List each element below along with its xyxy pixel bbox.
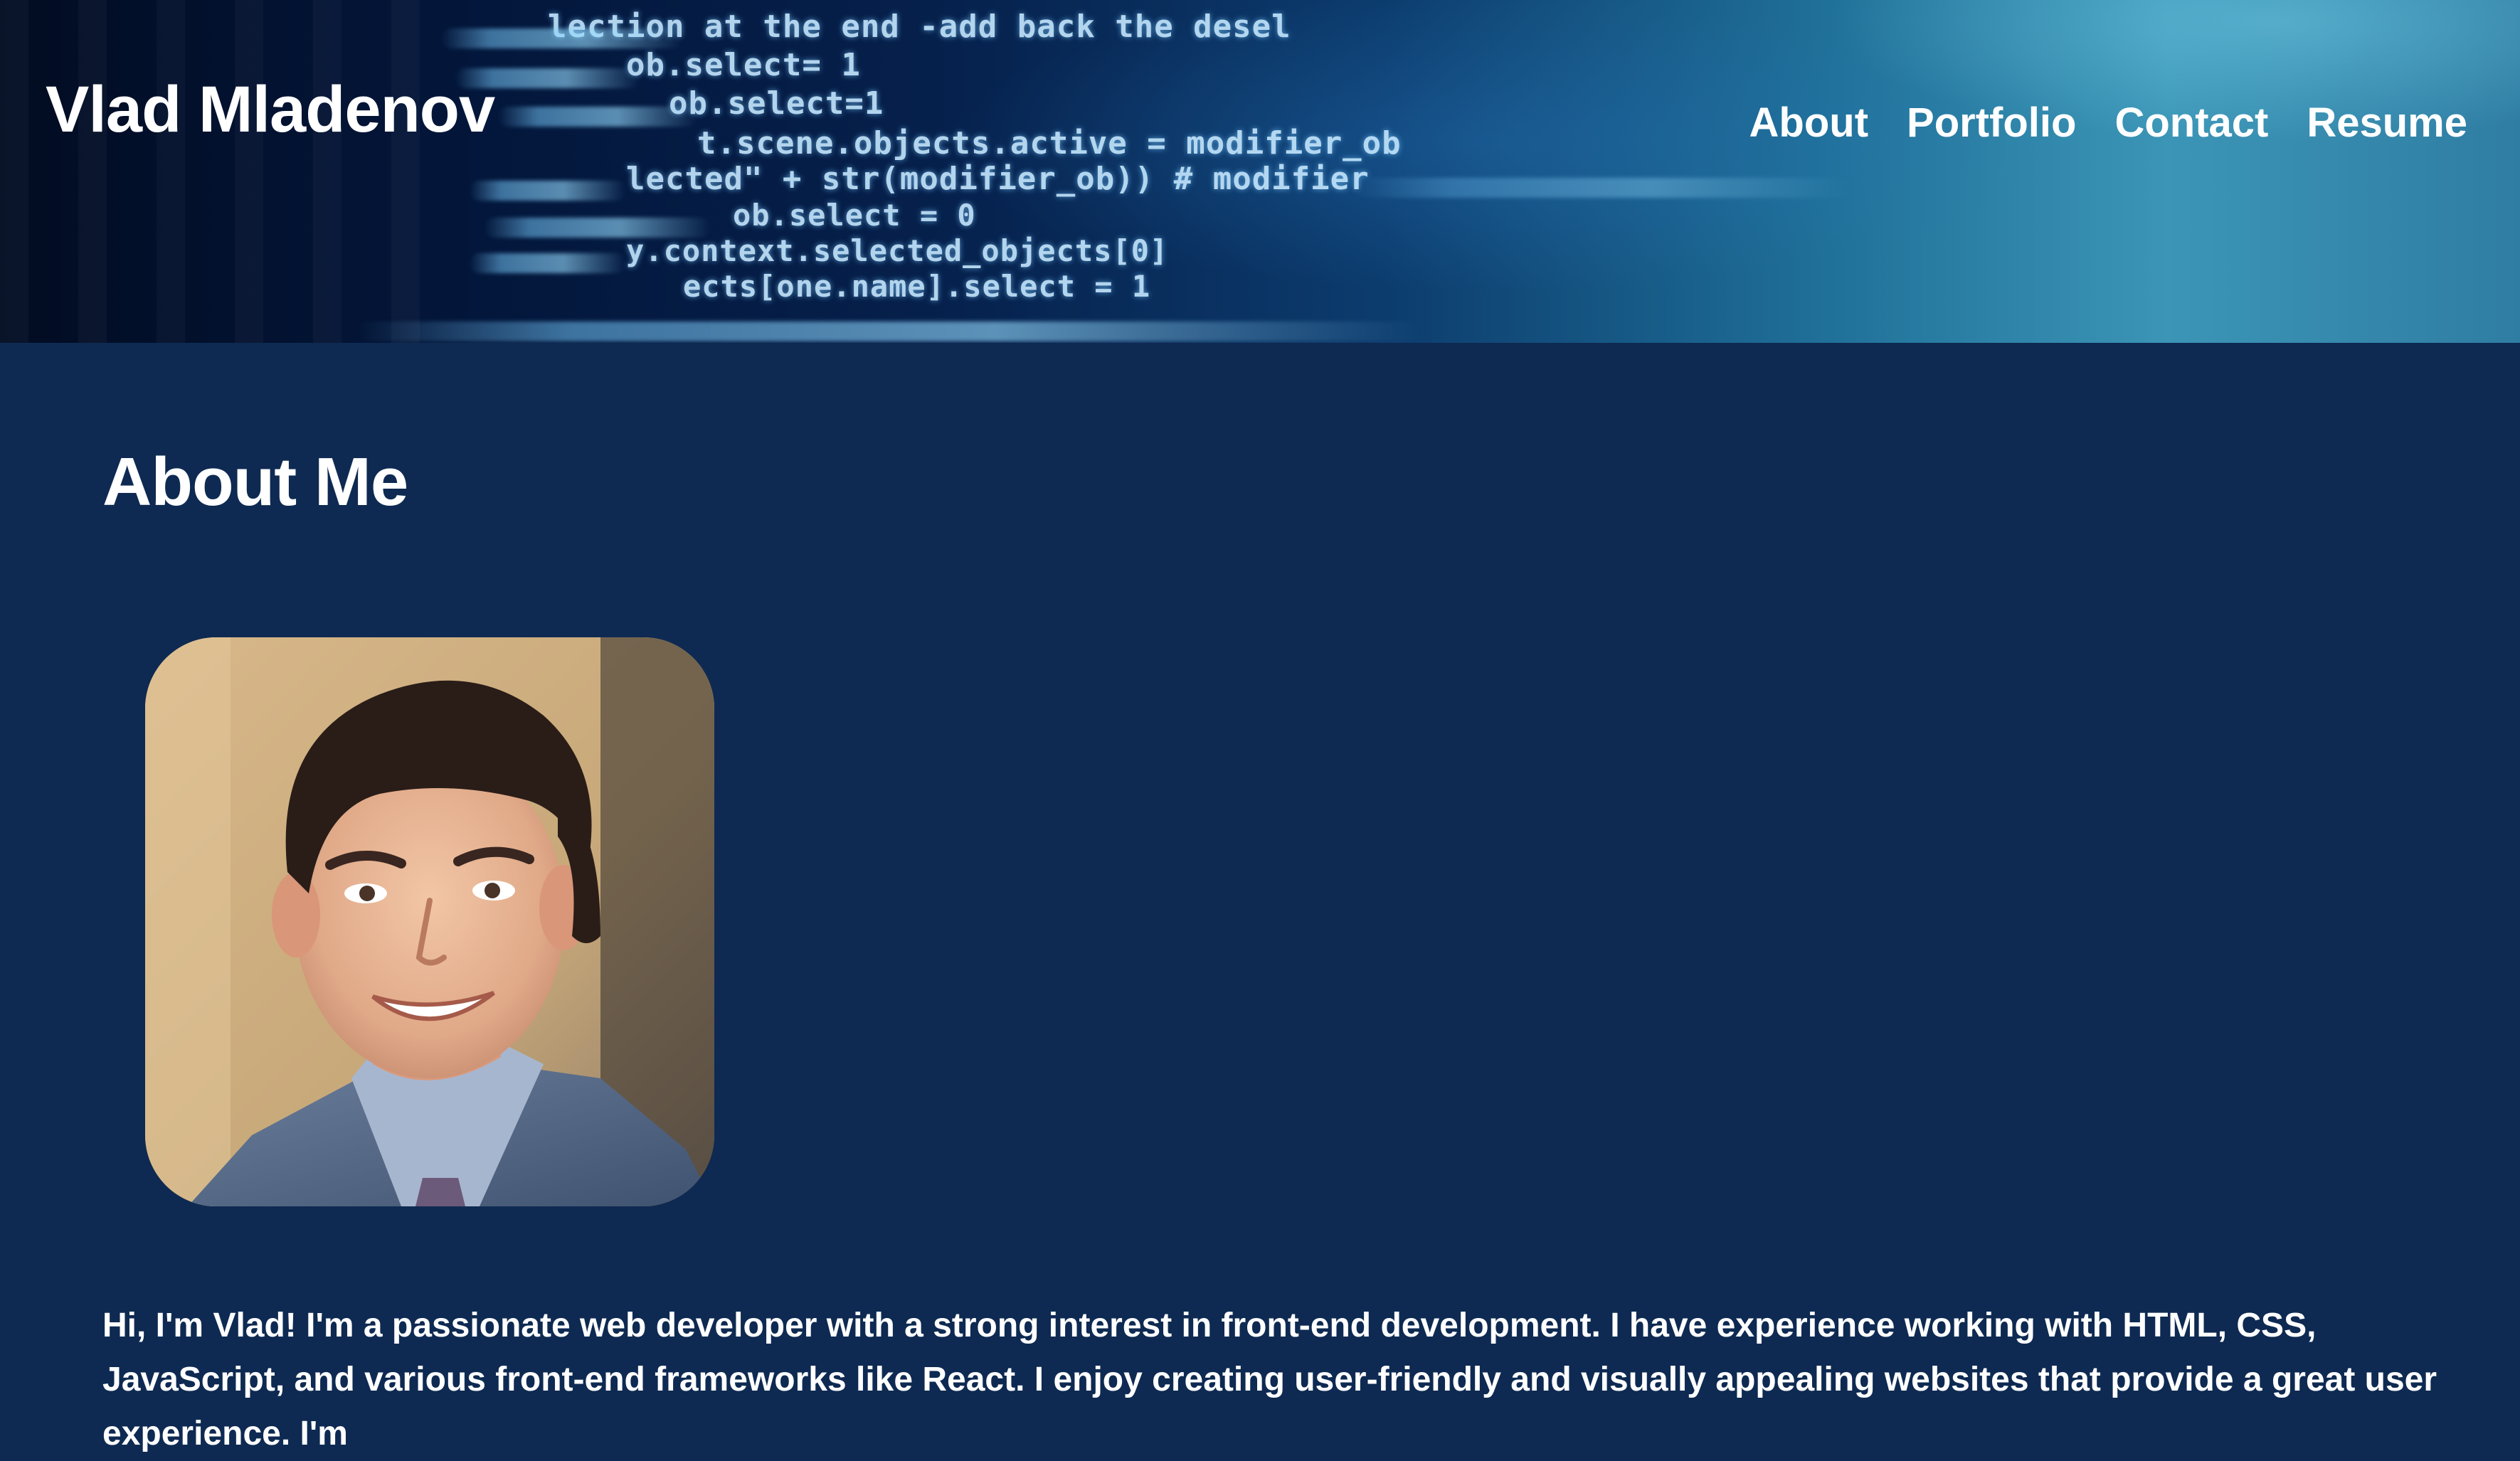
code-line: y.context.selected_objects[0] bbox=[626, 233, 1169, 268]
main-nav: About Portfolio Contact Resume bbox=[1749, 102, 2467, 144]
code-blur-bar bbox=[484, 218, 711, 238]
code-line: ects[one.name].select = 1 bbox=[683, 269, 1151, 304]
site-header: lection at the end -add back the desel o… bbox=[0, 0, 2520, 343]
about-heading: About Me bbox=[102, 444, 408, 520]
site-title[interactable]: Vlad Mladenov bbox=[46, 77, 495, 142]
code-blur-bar bbox=[470, 181, 626, 201]
code-line: lected" + str(modifier_ob)) # modifier bbox=[626, 161, 1370, 197]
code-line: ob.select= 1 bbox=[626, 47, 861, 83]
code-blur-bar bbox=[356, 322, 1423, 341]
profile-photo-illustration bbox=[145, 637, 714, 1206]
code-blur-bar bbox=[441, 28, 683, 48]
code-blur-bar bbox=[498, 107, 697, 127]
code-line: t.scene.objects.active = modifier_ob bbox=[697, 125, 1402, 161]
nav-link-about[interactable]: About bbox=[1749, 102, 1869, 144]
nav-link-contact[interactable]: Contact bbox=[2114, 102, 2268, 144]
header-background-code: lection at the end -add back the desel o… bbox=[0, 0, 2520, 343]
code-blur-bar bbox=[470, 253, 626, 273]
about-bio-text: Hi, I'm Vlad! I'm a passionate web devel… bbox=[102, 1307, 2437, 1452]
nav-link-resume[interactable]: Resume bbox=[2307, 102, 2467, 144]
code-line: ob.select = 0 bbox=[733, 198, 976, 233]
profile-photo bbox=[145, 637, 714, 1206]
code-blur-bar bbox=[1352, 178, 1850, 198]
nav-link-portfolio[interactable]: Portfolio bbox=[1907, 102, 2076, 144]
code-line: ob.select=1 bbox=[669, 85, 884, 122]
